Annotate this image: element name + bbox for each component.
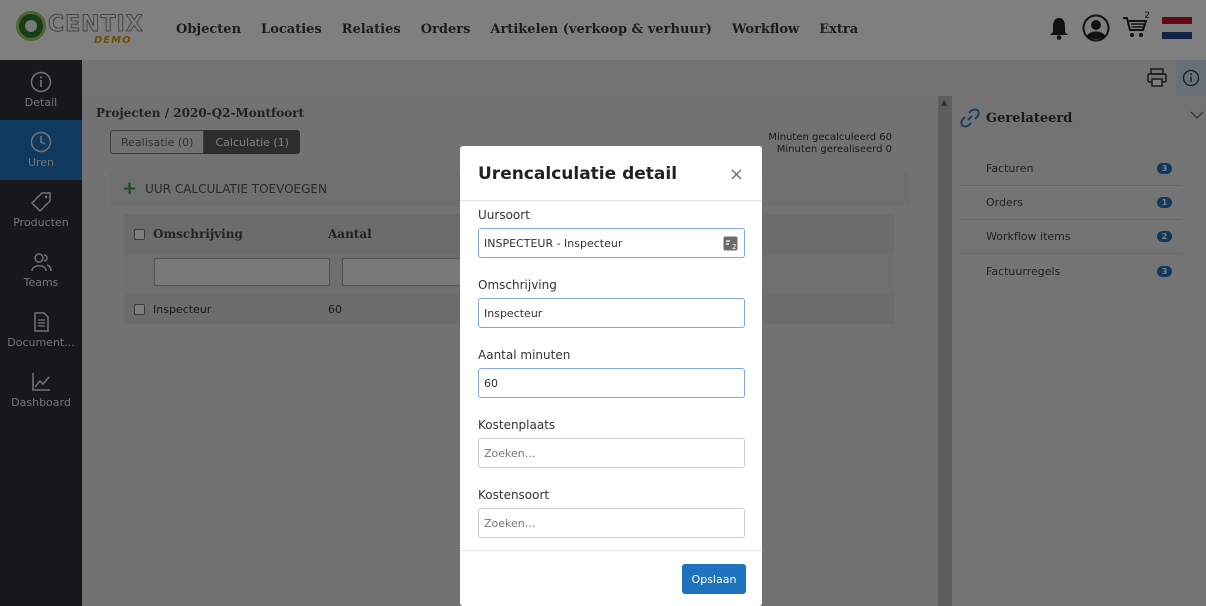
- hour-calculation-modal: Urencalculatie detail × Uursoort INSPECT…: [460, 146, 762, 606]
- uursoort-field[interactable]: INSPECTEUR - Inspecteur 2: [478, 228, 745, 258]
- save-button[interactable]: Opslaan: [682, 564, 746, 594]
- kostenplaats-placeholder: Zoeken...: [484, 446, 536, 460]
- modal-divider: [460, 200, 762, 201]
- omschrijving-label: Omschrijving: [478, 278, 557, 292]
- uursoort-label: Uursoort: [478, 208, 530, 222]
- close-icon[interactable]: ×: [729, 164, 744, 185]
- modal-title: Urencalculatie detail: [478, 164, 678, 184]
- kostensoort-placeholder: Zoeken...: [484, 516, 536, 530]
- aantal-minuten-field[interactable]: 60: [478, 368, 745, 398]
- kostensoort-field[interactable]: Zoeken...: [478, 508, 745, 538]
- omschrijving-value: Inspecteur: [484, 306, 543, 320]
- lookup-icon[interactable]: 2: [723, 236, 738, 251]
- kostensoort-label: Kostensoort: [478, 488, 550, 502]
- svg-text:2: 2: [732, 243, 736, 251]
- omschrijving-field[interactable]: Inspecteur: [478, 298, 745, 328]
- kostenplaats-label: Kostenplaats: [478, 418, 556, 432]
- aantal-minuten-label: Aantal minuten: [478, 348, 571, 362]
- uursoort-value: INSPECTEUR - Inspecteur: [484, 236, 623, 250]
- kostenplaats-field[interactable]: Zoeken...: [478, 438, 745, 468]
- aantal-minuten-value: 60: [484, 376, 498, 390]
- modal-footer-divider: [460, 550, 762, 551]
